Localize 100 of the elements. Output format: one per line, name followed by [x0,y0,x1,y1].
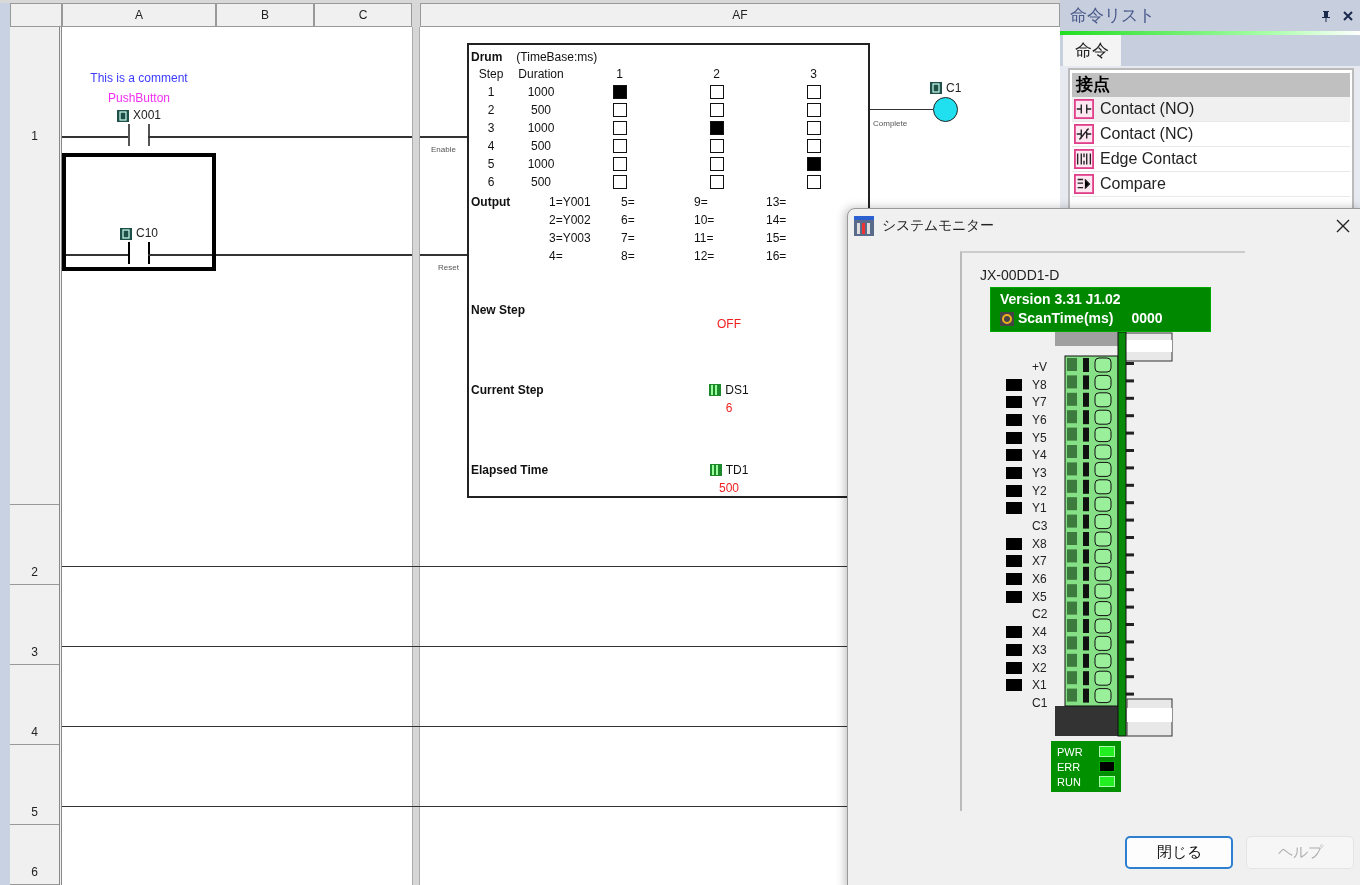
terminal-label: X4 [1032,625,1047,640]
field-value: 500 [719,481,739,495]
bit-tag-icon [117,109,129,122]
panel-title: 命令リスト [1070,5,1155,27]
contact-symbol[interactable] [128,124,150,146]
rung-line [420,136,467,138]
panel-tab[interactable]: 命令 [1063,35,1121,66]
rung-line [420,254,467,256]
output-mapping: 11= [694,230,715,247]
pin-icon[interactable] [1320,9,1332,22]
output-wire [870,109,933,110]
register-tag-icon [709,464,722,476]
close-button[interactable]: 閉じる [1125,836,1233,869]
scan-time-value: 0000 [1131,309,1163,328]
output-label: Output [471,194,512,211]
output-mapping: 6= [621,212,636,229]
instruction-item[interactable]: Contact (NO) [1072,97,1350,122]
compare-icon [1074,174,1094,194]
step-number: 2 [486,103,496,117]
contact-symbol[interactable] [128,242,150,264]
column-heading: 3 [809,67,818,81]
terminal-label: Y1 [1032,501,1047,516]
output-mapping: 10= [694,212,716,229]
edge-contact-icon [1074,149,1094,169]
nickname-text: PushButton [107,90,170,107]
comment-text: This is a comment [89,71,189,85]
coil-symbol[interactable] [933,97,958,122]
instruction-item[interactable]: Contact (NC) [1072,122,1350,147]
led-label: ERR [1057,760,1081,773]
instruction-item[interactable]: Edge Contact [1072,147,1350,172]
terminal-label: Y2 [1032,483,1047,498]
terminal-label: X7 [1032,554,1047,569]
column-header: B [216,3,314,27]
column-heading: Duration [517,67,565,81]
terminal-label: C3 [1032,519,1048,534]
terminal-label: Y5 [1032,430,1047,445]
drum-title: Drum [471,49,503,65]
row-number: 6 [31,865,38,879]
bit-tag-icon [120,227,132,240]
drum-instruction-box[interactable] [467,43,870,498]
instruction-item[interactable]: Compare [1072,172,1350,197]
column-heading: Step [477,67,505,81]
close-icon[interactable] [1342,9,1354,22]
terminal-label: X8 [1032,536,1047,551]
column-header: C [314,3,412,27]
terminal-label: C2 [1032,607,1048,622]
row-number: 3 [31,645,38,659]
terminal-label: Y7 [1032,395,1047,410]
column-heading: 1 [615,67,624,81]
row-number: 4 [31,725,38,739]
step-duration: 500 [530,139,552,153]
column-header: AF [420,3,1060,27]
register-address: TD1 [725,463,749,477]
step-duration: 1000 [526,157,556,171]
refresh-icon [1000,311,1014,326]
step-duration: 1000 [526,121,556,135]
step-number: 6 [486,175,496,189]
category-header[interactable]: 接点 [1072,73,1350,97]
column-header: A [62,3,216,27]
terminal-label: Y3 [1032,465,1047,480]
output-mapping: 7= [621,230,636,247]
output-mapping: 5= [621,194,636,211]
contact-address: C10 [136,225,158,242]
contact-address: X001 [133,107,161,124]
version-text: Version 3.31 J1.02 [1000,290,1122,309]
output-mapping: 1=Y001 [549,194,592,211]
output-mapping: 12= [694,248,716,265]
terminal-label: +V [1032,359,1047,374]
step-duration: 1000 [526,85,556,99]
model-name: JX-00DD1-D [980,267,1061,283]
output-mapping: 2=Y002 [549,212,592,229]
output-mapping: 15= [766,230,788,247]
step-number: 1 [486,85,496,99]
input-label: Reset [438,263,459,272]
step-number: 5 [486,157,496,171]
input-label: Enable [431,145,456,154]
terminal-label: Y6 [1032,412,1047,427]
step-duration: 500 [530,103,552,117]
output-mapping: 14= [766,212,788,229]
step-number: 3 [486,121,496,135]
output-mapping: 16= [766,248,788,265]
field-label: Current Step [471,383,545,399]
row-number: 1 [31,129,38,143]
field-value: OFF [717,317,741,331]
terminal-label: X6 [1032,572,1047,587]
register-address: DS1 [725,383,749,397]
step-duration: 500 [530,175,552,189]
monitor-app-icon [854,216,874,236]
output-mapping: 4= [549,248,564,265]
output-label: Complete [873,119,908,128]
terminal-label: Y4 [1032,448,1047,463]
coil-address: C1 [946,81,962,95]
field-value: 6 [725,401,733,415]
time-base-text: (TimeBase:ms) [516,49,598,65]
row-number: 2 [31,565,38,579]
field-label: Elapsed Time [471,463,550,479]
output-mapping: 8= [621,248,636,265]
close-icon[interactable] [1335,218,1351,234]
terminal-label: X1 [1032,678,1047,693]
output-mapping: 13= [766,194,788,211]
